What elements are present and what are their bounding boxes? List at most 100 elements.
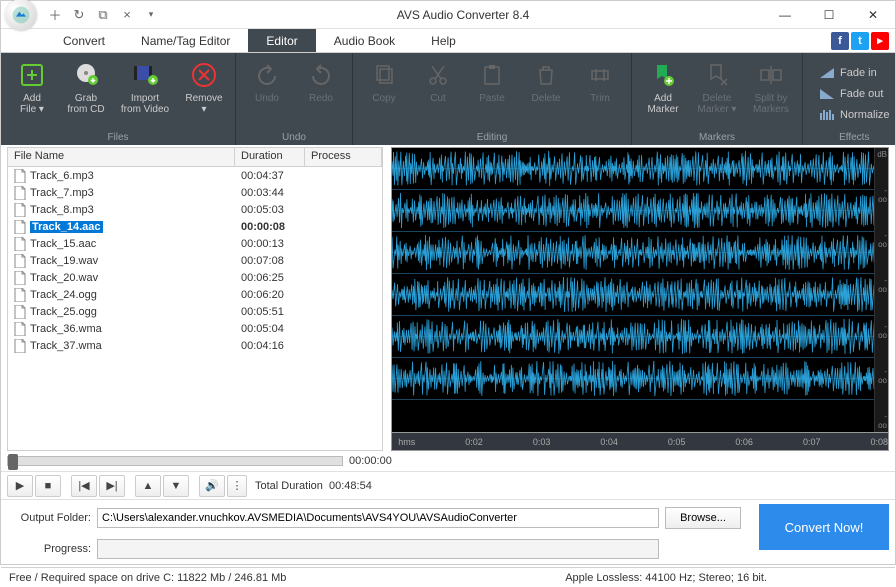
browse-button[interactable]: Browse... <box>665 507 741 529</box>
column-process[interactable]: Process <box>305 148 382 166</box>
column-file-name[interactable]: File Name <box>8 148 235 166</box>
waveform-channel <box>392 358 888 400</box>
split-by-markers-button: Split by Markers <box>744 55 798 132</box>
split-icon <box>757 61 785 89</box>
time-axis: hms 0:02 0:03 0:04 0:05 0:06 0:07 0:08 <box>391 433 889 451</box>
file-list[interactable]: Track_6.mp300:04:37Track_7.mp300:03:44Tr… <box>7 167 383 451</box>
waveform-channel <box>392 232 888 274</box>
file-list-panel: File Name Duration Process Track_6.mp300… <box>7 147 383 451</box>
seek-thumb[interactable] <box>8 454 18 470</box>
column-duration[interactable]: Duration <box>235 148 305 166</box>
tab-convert[interactable]: Convert <box>45 29 123 52</box>
progress-label: Progress: <box>15 543 91 555</box>
waveform-channel <box>392 274 888 316</box>
waveform-display[interactable]: dB -oo -oo -oo -oo -oo -oo <box>391 147 889 433</box>
file-row[interactable]: Track_36.wma00:05:04 <box>8 320 382 337</box>
db-scale: dB -oo -oo -oo -oo -oo -oo <box>874 148 888 432</box>
output-folder-label: Output Folder: <box>15 512 91 524</box>
play-button[interactable]: ▶ <box>7 475 33 497</box>
seek-time: 00:00:00 <box>349 455 409 467</box>
file-list-header: File Name Duration Process <box>7 147 383 167</box>
tab-name-tag-editor[interactable]: Name/Tag Editor <box>123 29 248 52</box>
remove-button[interactable]: Remove ▾ <box>177 55 231 132</box>
progress-bar <box>97 539 659 559</box>
trim-button: Trim <box>573 55 627 132</box>
seek-row: 00:00:00 <box>1 451 895 471</box>
prev-track-button[interactable]: |◀ <box>71 475 97 497</box>
tab-editor[interactable]: Editor <box>248 29 315 52</box>
file-row[interactable]: Track_7.mp300:03:44 <box>8 184 382 201</box>
seek-bar[interactable] <box>7 456 343 466</box>
stop-button[interactable]: ■ <box>35 475 61 497</box>
new-tab-button[interactable]: ＋ <box>43 5 67 25</box>
file-row[interactable]: Track_20.wav00:06:25 <box>8 269 382 286</box>
minimize-button[interactable]: — <box>763 1 807 29</box>
volume-button[interactable]: 🔊 <box>199 475 225 497</box>
status-disk-space: Free / Required space on drive C: 11822 … <box>9 572 286 584</box>
import-from-video-button[interactable]: Import from Video <box>113 55 177 132</box>
delete-icon <box>532 61 560 89</box>
file-row[interactable]: Track_24.ogg00:06:20 <box>8 286 382 303</box>
ribbon-toolbar: Add File ▾ Grab from CD Import from Vide… <box>1 53 895 145</box>
cd-icon <box>72 61 100 89</box>
redo-button: Redo <box>294 55 348 132</box>
transport-controls: ▶ ■ |◀ ▶| ▲ ▼ 🔊 ⋮ Total Duration 00:48:5… <box>1 471 895 499</box>
file-row[interactable]: Track_14.aac00:00:08 <box>8 218 382 235</box>
add-file-icon <box>18 61 46 89</box>
delete-marker-button: Delete Marker ▾ <box>690 55 744 132</box>
close-button[interactable]: ✕ <box>851 1 895 29</box>
youtube-icon[interactable]: ▸ <box>871 32 889 50</box>
fade-out-button[interactable]: Fade out <box>815 85 887 103</box>
video-import-icon <box>131 61 159 89</box>
file-row[interactable]: Track_8.mp300:05:03 <box>8 201 382 218</box>
add-marker-button[interactable]: Add Marker <box>636 55 690 132</box>
output-section: Output Folder: Browse... Progress: Conve… <box>1 499 895 567</box>
file-row[interactable]: Track_6.mp300:04:37 <box>8 167 382 184</box>
cut-icon <box>424 61 452 89</box>
main-tabs: Convert Name/Tag Editor Editor Audio Boo… <box>1 29 895 53</box>
output-folder-input[interactable] <box>97 508 659 528</box>
move-down-button[interactable]: ▼ <box>163 475 189 497</box>
file-row[interactable]: Track_15.aac00:00:13 <box>8 235 382 252</box>
fade-out-icon <box>819 87 835 101</box>
window-title: AVS Audio Converter 8.4 <box>163 8 763 22</box>
file-row[interactable]: Track_19.wav00:07:08 <box>8 252 382 269</box>
facebook-icon[interactable]: f <box>831 32 849 50</box>
tab-help[interactable]: Help <box>413 29 474 52</box>
fade-in-icon <box>819 66 835 80</box>
copy-button: Copy <box>357 55 411 132</box>
convert-now-button[interactable]: Convert Now! <box>759 504 889 550</box>
waveform-channel <box>392 148 888 190</box>
tab-audio-book[interactable]: Audio Book <box>316 29 413 52</box>
grab-from-cd-button[interactable]: Grab from CD <box>59 55 113 132</box>
redo-icon <box>307 61 335 89</box>
file-row[interactable]: Track_37.wma00:04:16 <box>8 337 382 354</box>
total-duration: Total Duration 00:48:54 <box>255 480 372 492</box>
normalize-button[interactable]: Normalize <box>815 106 894 124</box>
cut-button: Cut <box>411 55 465 132</box>
close-tab-button[interactable]: × <box>115 5 139 25</box>
undo-button: Undo <box>240 55 294 132</box>
file-row[interactable]: Track_25.ogg00:05:51 <box>8 303 382 320</box>
move-up-button[interactable]: ▲ <box>135 475 161 497</box>
tabs-button[interactable]: ⧉ <box>91 5 115 25</box>
maximize-button[interactable]: ☐ <box>807 1 851 29</box>
status-bar: Free / Required space on drive C: 11822 … <box>1 567 895 587</box>
title-bar: ＋ ↻ ⧉ × ▾ AVS Audio Converter 8.4 — ☐ ✕ <box>1 1 895 29</box>
copy-icon <box>370 61 398 89</box>
status-format-info: Apple Lossless: 44100 Hz; Stereo; 16 bit… <box>565 572 767 584</box>
trim-icon <box>586 61 614 89</box>
next-track-button[interactable]: ▶| <box>99 475 125 497</box>
waveform-channel <box>392 316 888 358</box>
remove-icon <box>190 61 218 89</box>
fade-in-button[interactable]: Fade in <box>815 64 881 82</box>
paste-button: Paste <box>465 55 519 132</box>
add-file-button[interactable]: Add File ▾ <box>5 55 59 132</box>
volume-slider-toggle[interactable]: ⋮ <box>227 475 247 497</box>
twitter-icon[interactable]: t <box>851 32 869 50</box>
app-logo <box>5 0 37 31</box>
quick-menu-dropdown[interactable]: ▾ <box>139 5 163 25</box>
delete-marker-icon <box>703 61 731 89</box>
waveform-panel: dB -oo -oo -oo -oo -oo -oo hms 0:02 0:03… <box>391 147 889 451</box>
refresh-button[interactable]: ↻ <box>67 5 91 25</box>
